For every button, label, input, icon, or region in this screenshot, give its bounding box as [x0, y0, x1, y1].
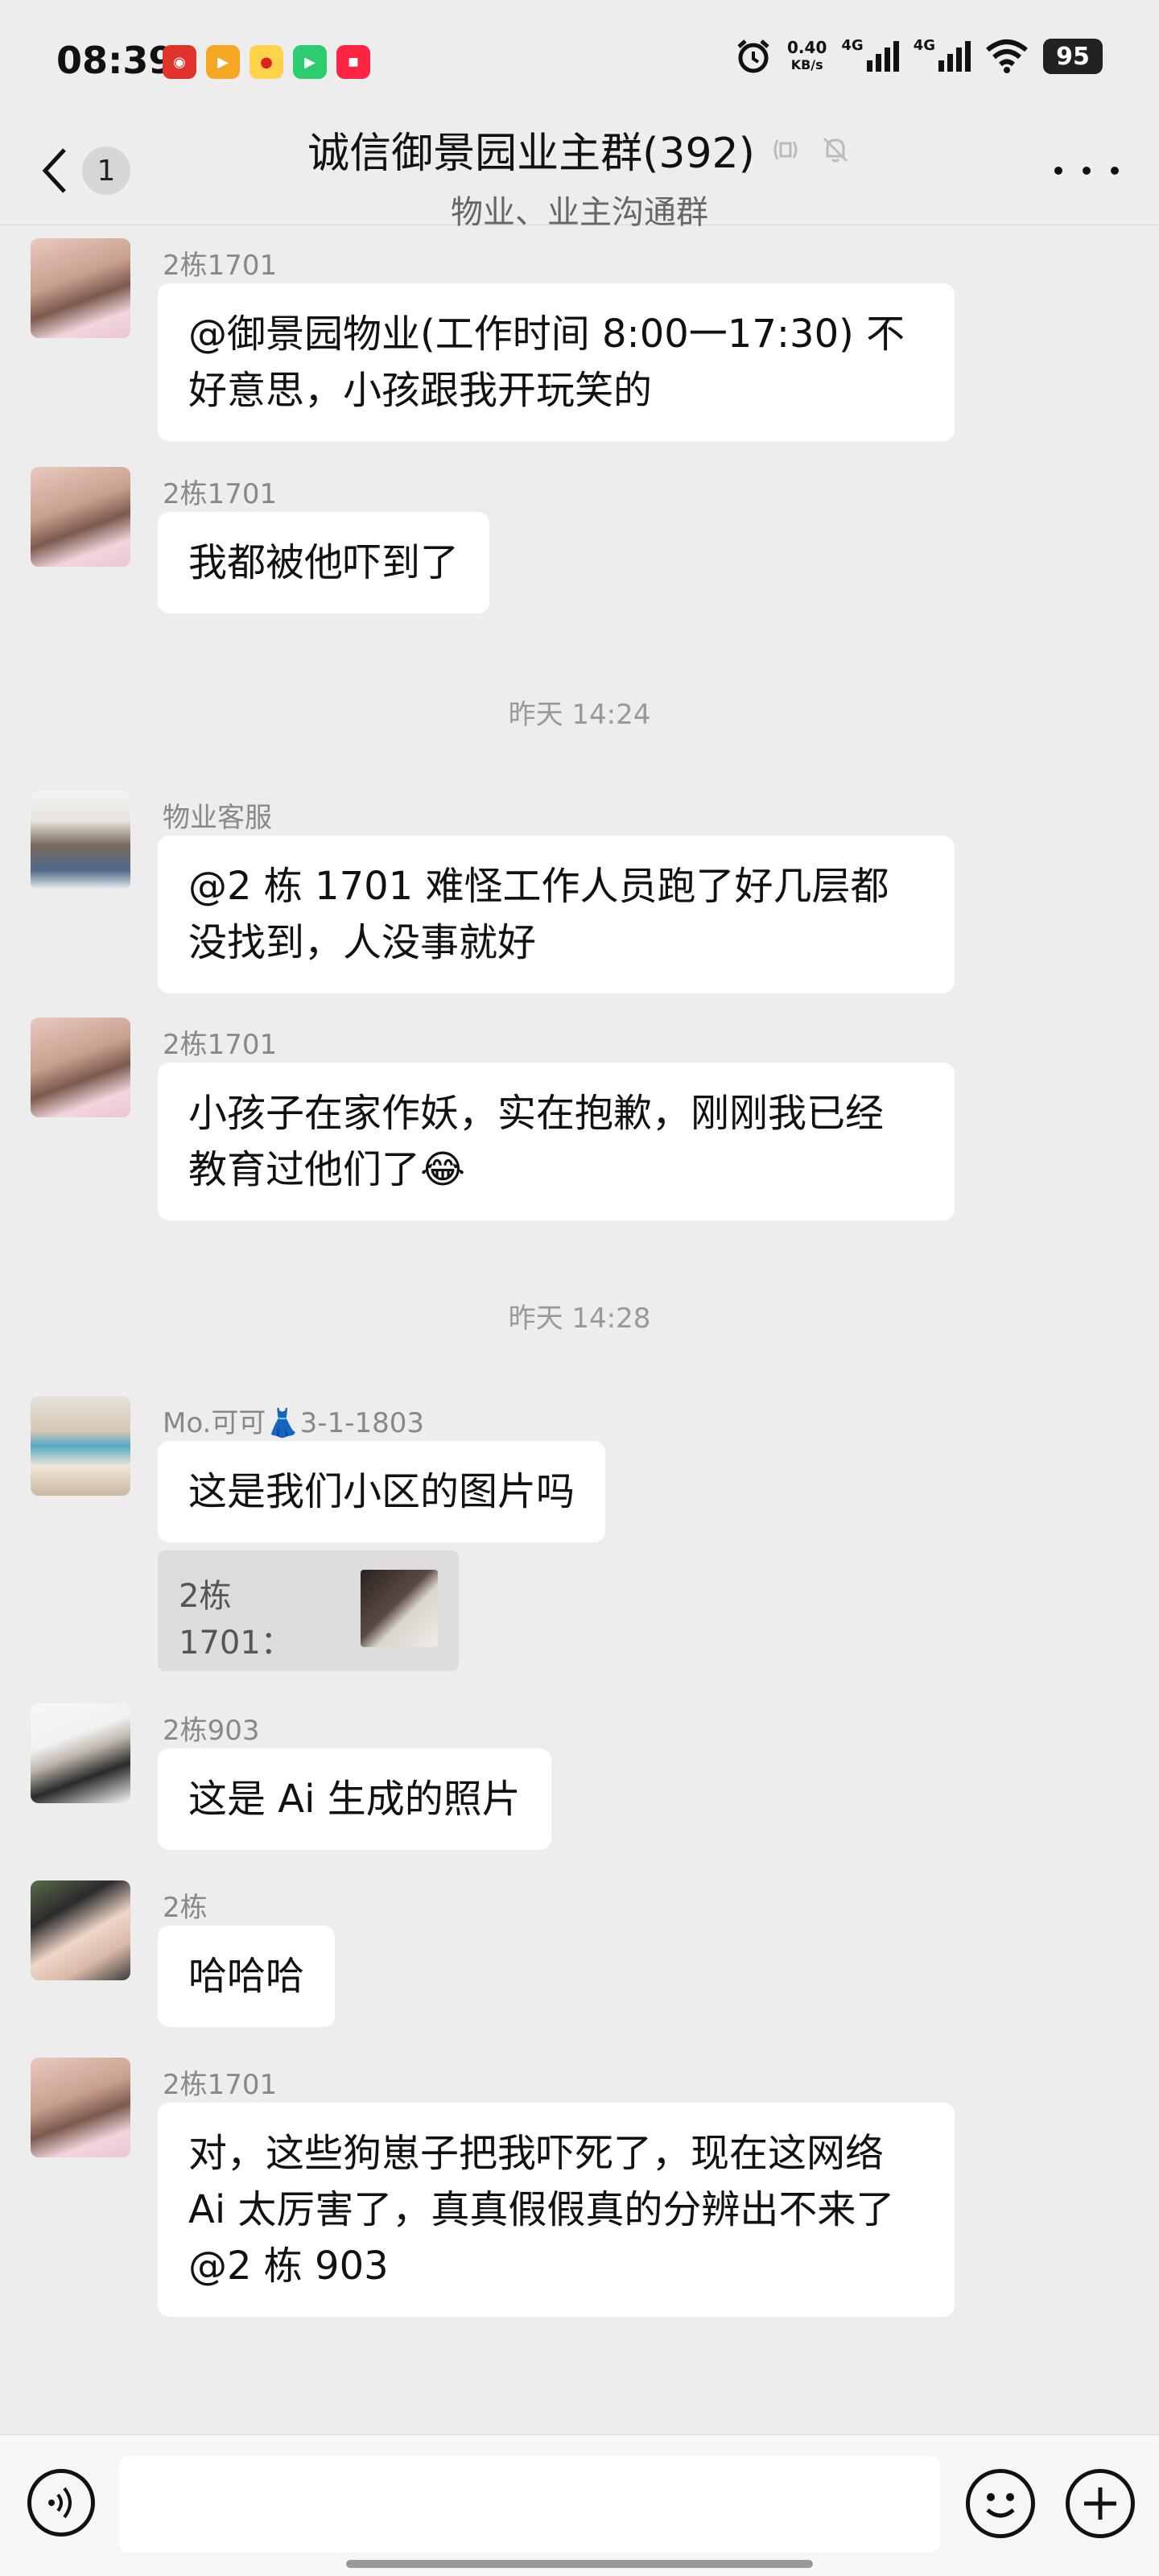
avatar[interactable]: [31, 1396, 130, 1496]
group-subtitle: 物业、业主沟通群: [451, 194, 708, 231]
back-button[interactable]: 1: [39, 138, 135, 203]
sender-name: Mo.可可👗3-1-1803: [163, 1407, 425, 1439]
xiaohongshu-icon: ■: [336, 45, 370, 79]
message-text-line: @2 栋 1701 难怪工作人员跑了好几层都: [188, 864, 889, 909]
bell-off-icon: [823, 137, 848, 162]
network-speed-value: 0.40: [787, 38, 827, 57]
notification-icons: ◉ ▶ ● ▶ ■: [163, 45, 370, 79]
sender-name: 2栋1701: [163, 1029, 278, 1061]
message-bubble[interactable]: 我都被他吓到了: [158, 512, 490, 613]
message-bubble[interactable]: 小孩子在家作妖，实在抱歉，刚刚我已经 教育过他们了😂: [158, 1063, 955, 1220]
message-item: 2栋1701 对，这些狗崽子把我吓死了，现在这网络 Ai 太厉害了，真真假假真的…: [31, 2058, 1077, 2317]
emoji-icon: [986, 2493, 1015, 2518]
input-bar: [0, 2434, 1159, 2576]
message-text-line: 好意思，小孩跟我开玩笑的: [188, 368, 653, 413]
battery-indicator: 95: [1043, 39, 1103, 74]
sender-name: 2栋1701: [163, 478, 278, 510]
chat-title-block[interactable]: 诚信御景园业主群(392) 物业、业主沟通群: [241, 119, 918, 233]
status-bar: 08:39 ◉ ▶ ● ▶ ■ 0.40 KB/s 4G 4G 95: [0, 0, 1159, 113]
message-item: 2栋 哈哈哈: [31, 1880, 1077, 2033]
chat-header: 1 诚信御景园业主群(392) 物业、业主沟通群: [0, 113, 1159, 231]
more-dots-icon: [1054, 167, 1062, 175]
message-text-line: 这是 Ai 生成的照片: [188, 1777, 521, 1822]
avatar[interactable]: [31, 791, 130, 890]
message-item: 2栋903 这是 Ai 生成的照片: [31, 1703, 1077, 1856]
message-text-line: Ai 太厉害了，真真假假真的分辨出不来了: [188, 2187, 895, 2232]
chevron-left-icon: [42, 148, 66, 193]
plus-icon: [1084, 2487, 1116, 2520]
unread-count-badge: 1: [82, 147, 130, 195]
message-bubble[interactable]: 这是我们小区的图片吗: [158, 1441, 606, 1542]
netease-music-icon: ◉: [163, 45, 196, 79]
video-app-icon: ▶: [206, 45, 240, 79]
timestamp: 昨天 14:24: [508, 699, 651, 731]
sender-name: 2栋903: [163, 1715, 260, 1747]
video-player-icon: ▶: [293, 45, 327, 79]
network-speed: 0.40 KB/s: [787, 39, 827, 74]
avatar[interactable]: [31, 1018, 130, 1117]
wifi-icon: [986, 39, 1028, 73]
message-item: 2栋1701 @御景园物业(工作时间 8:00一17:30) 不 好意思，小孩跟…: [31, 238, 1077, 441]
signal-label-2: 4G: [913, 37, 935, 54]
weibo-icon: ●: [250, 45, 283, 79]
signal-label: 4G: [841, 37, 864, 54]
message-text-line: 教育过他们了😂: [188, 1147, 466, 1192]
message-bubble[interactable]: 对，这些狗崽子把我吓死了，现在这网络 Ai 太厉害了，真真假假真的分辨出不来了 …: [158, 2103, 955, 2317]
message-text-line: 哈哈哈: [188, 1954, 305, 1999]
quoted-image-thumbnail[interactable]: [361, 1570, 438, 1647]
message-bubble[interactable]: 哈哈哈: [158, 1926, 336, 2027]
alarm-icon: [737, 39, 769, 73]
avatar[interactable]: [31, 1880, 130, 1980]
sender-name: 2栋: [163, 1892, 208, 1924]
home-indicator[interactable]: [346, 2560, 813, 2568]
message-bubble[interactable]: @御景园物业(工作时间 8:00一17:30) 不 好意思，小孩跟我开玩笑的: [158, 283, 955, 441]
message-text-line: @御景园物业(工作时间 8:00一17:30) 不: [188, 312, 905, 357]
more-button[interactable]: [1054, 155, 1119, 187]
voice-icon: [48, 2487, 72, 2519]
timestamp: 昨天 14:28: [508, 1302, 651, 1335]
network-speed-unit: KB/s: [790, 57, 823, 72]
avatar[interactable]: [31, 467, 130, 567]
plus-button[interactable]: [1066, 2469, 1135, 2538]
message-item: 2栋1701 小孩子在家作妖，实在抱歉，刚刚我已经 教育过他们了😂: [31, 1018, 1077, 1220]
quoted-sender: 2栋1701：: [179, 1578, 293, 1662]
earpiece-icon: [773, 138, 798, 160]
message-text-line: 对，这些狗崽子把我吓死了，现在这网络: [188, 2131, 885, 2176]
message-bubble[interactable]: 这是 Ai 生成的照片: [158, 1748, 551, 1850]
message-text-line: 小孩子在家作妖，实在抱歉，刚刚我已经: [188, 1091, 885, 1136]
message-item: Mo.可可👗3-1-1803 这是我们小区的图片吗 2栋1701：: [31, 1396, 1077, 1671]
avatar[interactable]: [31, 1703, 130, 1803]
message-bubble[interactable]: @2 栋 1701 难怪工作人员跑了好几层都 没找到，人没事就好: [158, 836, 955, 993]
message-text-line: 我都被他吓到了: [188, 540, 460, 585]
avatar[interactable]: [31, 2058, 130, 2157]
quoted-reply[interactable]: 2栋1701：: [158, 1550, 459, 1671]
signal-2-icon: 4G: [914, 37, 971, 72]
signal-1-icon: 4G: [841, 37, 899, 72]
sender-name: 物业客服: [163, 802, 272, 834]
message-text-line: 这是我们小区的图片吗: [188, 1469, 575, 1514]
message-text-line: 没找到，人没事就好: [188, 920, 537, 965]
avatar[interactable]: [31, 238, 130, 338]
voice-button[interactable]: [27, 2469, 95, 2537]
group-title: 诚信御景园业主群(392): [307, 130, 755, 178]
emoji-button[interactable]: [966, 2469, 1035, 2538]
sender-name: 2栋1701: [163, 2069, 278, 2101]
message-text-line: @2 栋 903: [188, 2244, 389, 2289]
message-input[interactable]: [119, 2456, 940, 2553]
sender-name: 2栋1701: [163, 250, 278, 282]
message-item: 物业客服 @2 栋 1701 难怪工作人员跑了好几层都 没找到，人没事就好: [31, 791, 1077, 993]
message-item: 2栋1701 我都被他吓到了: [31, 467, 1077, 620]
status-time: 08:39: [56, 39, 175, 82]
